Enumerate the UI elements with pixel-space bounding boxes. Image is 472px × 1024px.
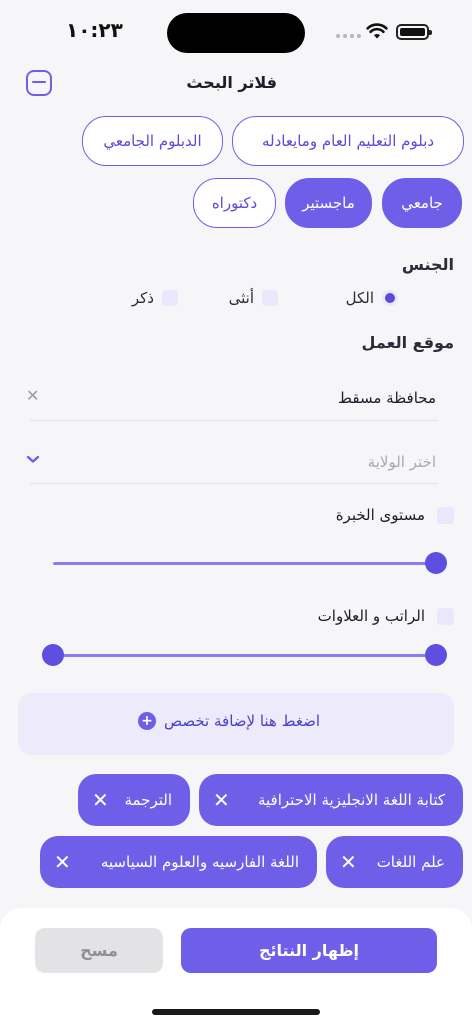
page-title: فلاتر البحث [186, 73, 277, 92]
specialty-tag: علم اللغات ✕ [326, 836, 463, 888]
status-time: ١٠:٢٣ [66, 18, 123, 42]
clear-button[interactable]: مسح [35, 928, 163, 973]
radio-male-label: ذكر [131, 289, 154, 307]
specialty-tag-label: كتابة اللغة الانجليزية الاحترافية [257, 791, 445, 809]
specialty-tag: كتابة اللغة الانجليزية الاحترافية ✕ [199, 774, 463, 826]
specialty-tag: اللغة الفارسيه والعلوم السياسيه ✕ [40, 836, 317, 888]
governorate-field[interactable]: محافظة مسقط [338, 389, 436, 407]
chip-university-diploma[interactable]: الدبلوم الجامعي [82, 116, 223, 166]
governorate-underline [30, 420, 438, 421]
salary-row[interactable]: الراتب و العلاوات [318, 607, 454, 625]
experience-row[interactable]: مستوى الخبرة [336, 506, 454, 524]
remove-tag-icon[interactable]: ✕ [340, 852, 357, 872]
radio-all[interactable]: الكل [346, 287, 398, 309]
specialty-tag: الترجمة ✕ [78, 774, 190, 826]
collapse-icon[interactable] [26, 70, 52, 96]
gender-title: الجنس [401, 255, 454, 274]
clear-icon[interactable]: ✕ [26, 386, 39, 405]
battery-icon [396, 24, 432, 40]
wilayat-underline [30, 483, 438, 484]
add-specialty-button[interactable]: اضغط هنا لإضافة تخصص + [18, 693, 454, 755]
specialty-tag-label: علم اللغات [376, 853, 445, 871]
add-specialty-label: اضغط هنا لإضافة تخصص [163, 712, 320, 730]
specialty-tag-label: الترجمة [124, 791, 172, 809]
location-title: موقع العمل [361, 333, 454, 352]
remove-tag-icon[interactable]: ✕ [92, 790, 109, 810]
radio-male[interactable]: ذكر [132, 287, 178, 309]
salary-label: الراتب و العلاوات [317, 607, 425, 625]
radio-indicator[interactable] [382, 290, 398, 306]
salary-slider-track[interactable] [53, 654, 435, 657]
wilayat-select[interactable]: اختر الولاية [368, 453, 436, 471]
chip-master[interactable]: ماجستير [285, 178, 372, 228]
radio-female[interactable]: أنثى [229, 287, 278, 309]
experience-slider-thumb[interactable] [425, 552, 447, 574]
wifi-icon [366, 23, 388, 39]
radio-female-label: أنثى [228, 289, 254, 307]
experience-label: مستوى الخبرة [335, 506, 425, 524]
salary-slider-max-thumb[interactable] [425, 644, 447, 666]
chip-bachelor[interactable]: جامعي [382, 178, 462, 228]
plus-circle-icon: + [137, 712, 156, 730]
chip-general-diploma[interactable]: دبلوم التعليم العام ومايعادله [232, 116, 464, 166]
experience-slider-track[interactable] [53, 562, 435, 565]
home-indicator [152, 1009, 320, 1015]
radio-indicator[interactable] [162, 290, 178, 306]
salary-checkbox[interactable] [437, 607, 454, 625]
signal-icon [336, 34, 361, 38]
dynamic-island [167, 13, 305, 53]
specialty-tag-label: اللغة الفارسيه والعلوم السياسيه [100, 853, 299, 871]
remove-tag-icon[interactable]: ✕ [213, 790, 230, 810]
show-results-button[interactable]: إظهار النتائج [181, 928, 437, 973]
radio-indicator[interactable] [262, 290, 278, 306]
radio-all-label: الكل [345, 289, 374, 307]
remove-tag-icon[interactable]: ✕ [54, 852, 71, 872]
experience-checkbox[interactable] [437, 506, 454, 524]
chevron-down-icon[interactable] [26, 454, 40, 464]
salary-slider-min-thumb[interactable] [42, 644, 64, 666]
chip-doctorate[interactable]: دكتوراه [193, 178, 276, 228]
